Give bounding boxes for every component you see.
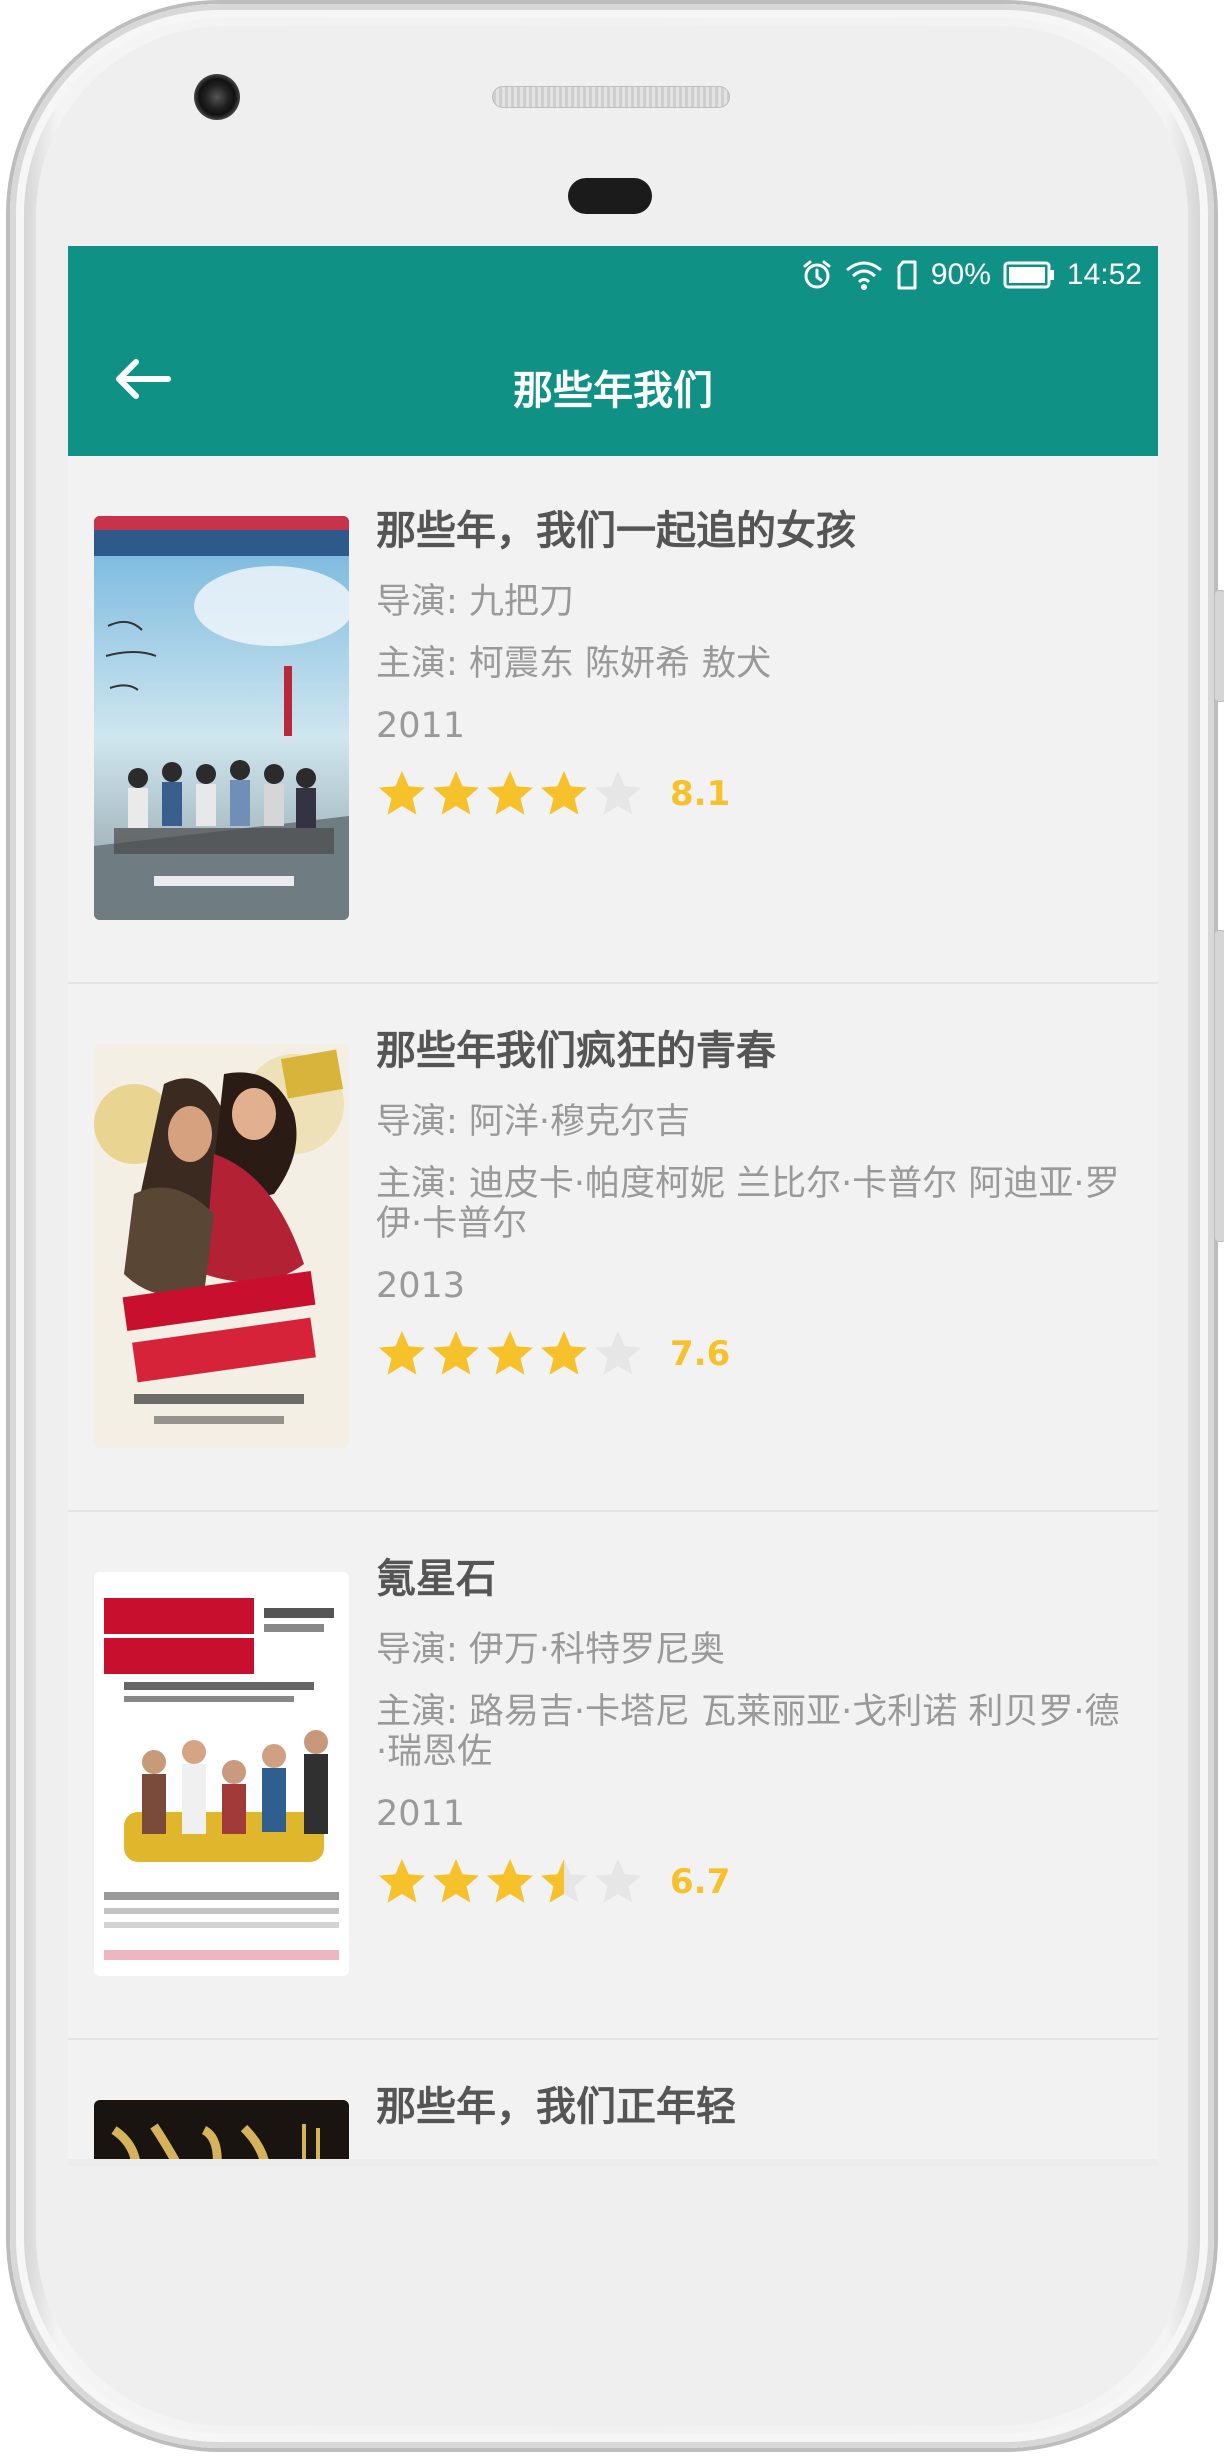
star-icon [541,1331,587,1375]
star-rating [376,1328,644,1380]
star-icon [379,1859,425,1903]
power-button [1214,930,1224,1242]
movie-cast: 主演: 路易吉·卡塔尼 瓦莱丽亚·戈利诺 利贝罗·德·瑞恩佐 [376,1692,1120,1772]
star-icon [433,771,479,815]
list-item[interactable]: 那些年，我们一起追的女孩 导演: 九把刀 主演: 柯震东 陈妍希 敖犬 2011… [68,456,1158,984]
star-icon [487,771,533,815]
movie-director: 导演: 九把刀 [376,582,574,622]
star-icon [487,1331,533,1375]
movie-title: 那些年，我们正年轻 [376,2084,736,2130]
app-bar: 那些年我们 [68,306,1158,456]
battery-percent: 90% [930,258,991,291]
movie-title: 那些年我们疯狂的青春 [376,1028,776,1074]
list-item[interactable]: 氪星石 导演: 伊万·科特罗尼奥 主演: 路易吉·卡塔尼 瓦莱丽亚·戈利诺 利贝… [68,1512,1158,2040]
alarm-icon [801,259,833,291]
movie-list[interactable]: 那些年，我们一起追的女孩 导演: 九把刀 主演: 柯震东 陈妍希 敖犬 2011… [68,456,1158,2166]
star-rating [376,1856,644,1908]
star-icon [541,771,587,815]
rating-row: 6.7 [376,1856,1128,1908]
movie-poster [94,1572,349,1976]
movie-year: 2011 [376,1794,466,1834]
rating-row: 8.1 [376,768,1128,820]
volume-button [1214,590,1224,702]
star-icon [487,1859,533,1903]
movie-cast: 主演: 柯震东 陈妍希 敖犬 [376,644,772,684]
star-icon [541,1859,587,1903]
nav-bar-edge [68,2159,1158,2166]
star-icon [379,771,425,815]
movie-title: 那些年，我们一起追的女孩 [376,508,856,554]
movie-info: 氪星石 导演: 伊万·科特罗尼奥 主演: 路易吉·卡塔尼 瓦莱丽亚·戈利诺 利贝… [376,1556,1128,1908]
proximity-sensor [568,178,652,214]
star-rating [376,768,644,820]
movie-title: 氪星石 [376,1556,496,1602]
clock: 14:52 [1066,258,1142,291]
movie-info: 那些年，我们一起追的女孩 导演: 九把刀 主演: 柯震东 陈妍希 敖犬 2011… [376,508,1128,820]
sim-card-icon [895,259,919,291]
list-item[interactable]: 那些年我们疯狂的青春 导演: 阿洋·穆克尔吉 主演: 迪皮卡·帕度柯妮 兰比尔·… [68,984,1158,1512]
rating-row: 7.6 [376,1328,1128,1380]
movie-poster [94,2100,349,2166]
star-icon [595,1859,641,1903]
movie-cast: 主演: 迪皮卡·帕度柯妮 兰比尔·卡普尔 阿迪亚·罗伊·卡普尔 [376,1164,1120,1244]
rating-score: 6.7 [670,1862,731,1902]
front-camera [194,74,240,120]
device-frame: 90% 14:52 那些年我们 那些年，我们一起追的女孩 导演: 九把刀 主演:… [0,0,1224,2460]
movie-director: 导演: 伊万·科特罗尼奥 [376,1630,726,1670]
status-bar: 90% 14:52 [68,246,1158,306]
movie-info: 那些年，我们正年轻 [376,2084,1128,2158]
star-icon [595,771,641,815]
movie-director: 导演: 阿洋·穆克尔吉 [376,1102,691,1142]
earpiece-speaker [492,86,730,108]
wifi-icon [845,259,883,291]
star-icon [433,1331,479,1375]
star-icon [595,1331,641,1375]
movie-poster [94,516,349,920]
app-screen: 90% 14:52 那些年我们 那些年，我们一起追的女孩 导演: 九把刀 主演:… [68,246,1158,2166]
rating-score: 8.1 [670,774,731,814]
movie-year: 2011 [376,706,466,746]
battery-icon [1003,261,1055,289]
movie-poster [94,1044,349,1448]
movie-year: 2013 [376,1266,466,1306]
rating-score: 7.6 [670,1334,731,1374]
star-icon [379,1331,425,1375]
star-icon [433,1859,479,1903]
list-item[interactable]: 那些年，我们正年轻 [68,2040,1158,2166]
movie-info: 那些年我们疯狂的青春 导演: 阿洋·穆克尔吉 主演: 迪皮卡·帕度柯妮 兰比尔·… [376,1028,1128,1380]
page-title: 那些年我们 [513,368,713,414]
